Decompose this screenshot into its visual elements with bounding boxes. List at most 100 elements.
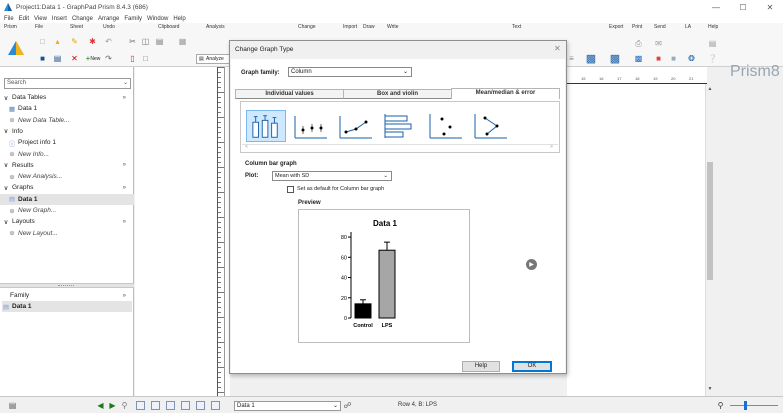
zoom-slider[interactable] bbox=[730, 401, 778, 410]
menu-insert[interactable]: Insert bbox=[52, 16, 67, 22]
scroll-left-icon[interactable]: < bbox=[245, 144, 248, 150]
analyze-button[interactable]: ▤ Analyze bbox=[196, 54, 232, 64]
horizontal-points-icon[interactable] bbox=[426, 110, 466, 142]
menu-help[interactable]: Help bbox=[173, 16, 185, 22]
tab-box-and-violin[interactable]: Box and violin bbox=[343, 89, 452, 99]
nav-item-new-data-table[interactable]: ⊕ New Data Table... bbox=[0, 115, 134, 126]
redo-icon[interactable]: ↷ bbox=[104, 54, 113, 63]
print-icon[interactable]: ⎙ bbox=[634, 39, 643, 48]
menu-edit[interactable]: Edit bbox=[19, 16, 29, 22]
scroll-down-icon[interactable]: ▼ bbox=[706, 386, 714, 392]
horizontal-bar-icon[interactable] bbox=[381, 110, 421, 142]
menu-file[interactable]: File bbox=[4, 16, 14, 22]
set-default-checkbox[interactable] bbox=[287, 186, 294, 193]
sheet-options-icon[interactable]: ✱ bbox=[88, 37, 97, 46]
graph-family-select[interactable]: Column ⌄ bbox=[288, 67, 412, 77]
new-sheet-button[interactable]: + New bbox=[83, 54, 103, 63]
menu-window[interactable]: Window bbox=[147, 16, 168, 22]
undo-icon[interactable]: ↶ bbox=[104, 37, 113, 46]
prism-home-icon[interactable] bbox=[8, 41, 24, 55]
save-icon[interactable]: ■ bbox=[38, 54, 47, 63]
mean-points-icon[interactable] bbox=[291, 110, 331, 142]
menu-view[interactable]: View bbox=[34, 16, 47, 22]
ruler-tick bbox=[218, 102, 221, 103]
print-preview-icon[interactable]: ▩ bbox=[634, 54, 643, 63]
plot-select[interactable]: Mean with SD ⌄ bbox=[272, 171, 392, 181]
nav-item-data-1[interactable]: ▤ Data 1 bbox=[0, 193, 134, 205]
nav-item-new-info[interactable]: ⊕ New Info... bbox=[0, 149, 134, 160]
help-button[interactable]: Help bbox=[462, 361, 500, 372]
copy-icon[interactable]: ◫ bbox=[141, 37, 150, 46]
graph-nav-icon[interactable] bbox=[211, 401, 220, 410]
add-icon: ⊕ bbox=[9, 151, 15, 158]
tab-individual-values[interactable]: Individual values bbox=[235, 89, 344, 99]
next-preview-button[interactable]: ▶ bbox=[526, 259, 537, 270]
tab-mean-median-error[interactable]: Mean/median & error bbox=[451, 88, 560, 99]
nav-header-results[interactable]: ∨ Results » bbox=[0, 160, 134, 171]
family-header[interactable]: Family » bbox=[0, 290, 134, 301]
link-icon[interactable]: ☍ bbox=[343, 401, 352, 410]
menu-change[interactable]: Change bbox=[72, 16, 93, 22]
sheet-selector[interactable]: Data 1 ⌄ bbox=[234, 401, 341, 411]
export-icon[interactable]: ▩ bbox=[584, 51, 598, 65]
prev-sheet-icon[interactable]: ◀ bbox=[96, 401, 105, 410]
table-icon[interactable]: ▦ bbox=[178, 37, 187, 46]
nav-header-layouts[interactable]: ∨ Layouts » bbox=[0, 216, 134, 227]
close-button[interactable]: ✕ bbox=[759, 0, 781, 14]
send-ppt-icon[interactable]: ■ bbox=[654, 54, 663, 63]
ok-button[interactable]: OK bbox=[512, 361, 552, 372]
sidebar-splitter[interactable] bbox=[0, 283, 134, 288]
sheet-scrollbar[interactable]: ▲ ▼ bbox=[705, 84, 713, 396]
nav-item-data-1[interactable]: ▦ Data 1 bbox=[0, 103, 134, 114]
nav-header-info[interactable]: ∨ Info bbox=[0, 126, 134, 137]
scrollbar-thumb[interactable] bbox=[707, 162, 713, 280]
delete-sheet-icon[interactable]: ✕ bbox=[70, 54, 79, 63]
send-mail-icon[interactable]: ✉ bbox=[654, 39, 663, 48]
scroll-right-icon[interactable]: > bbox=[550, 144, 553, 150]
export-pdf-icon[interactable]: ▩ bbox=[608, 51, 622, 65]
scroll-up-icon[interactable]: ▲ bbox=[706, 86, 714, 92]
send-word-icon[interactable]: ■ bbox=[669, 54, 678, 63]
next-sheet-icon[interactable]: ▶ bbox=[108, 401, 117, 410]
new-sheet-icon[interactable]: ✎ bbox=[70, 37, 79, 46]
nav-item-new-graph[interactable]: ⊕ New Graph... bbox=[0, 205, 134, 216]
help-doc-icon[interactable]: ▤ bbox=[708, 39, 717, 48]
graphs-nav-icon[interactable] bbox=[181, 401, 190, 410]
save-as-icon[interactable]: ▤ bbox=[53, 54, 62, 63]
paste-special-icon[interactable]: ▯ bbox=[128, 54, 137, 63]
sheet-list-icon[interactable]: ▤ bbox=[8, 401, 17, 410]
gallery-scrollbar[interactable]: < > bbox=[242, 144, 558, 152]
la-icon[interactable]: ❂ bbox=[687, 54, 696, 63]
zoom-sheet-icon[interactable]: ⚲ bbox=[120, 401, 129, 410]
zoom-out-icon[interactable]: ⚲ bbox=[716, 401, 725, 410]
results-nav-icon[interactable] bbox=[166, 401, 175, 410]
nav-item-project-info-1[interactable]: ⓘ Project info 1 bbox=[0, 137, 134, 148]
paste-icon[interactable]: ▤ bbox=[155, 37, 164, 46]
column-bar-icon[interactable] bbox=[246, 110, 286, 142]
nav-header-graphs[interactable]: ∨ Graphs » bbox=[0, 182, 134, 193]
menu-arrange[interactable]: Arrange bbox=[98, 16, 119, 22]
open-file-icon[interactable]: ▴ bbox=[53, 37, 62, 46]
mean-connected-icon[interactable] bbox=[336, 110, 376, 142]
data-table-nav-icon[interactable] bbox=[136, 401, 145, 410]
layout-nav-icon[interactable] bbox=[196, 401, 205, 410]
zoom-slider-knob[interactable] bbox=[744, 401, 747, 410]
navigator-search-input[interactable]: Search ⌄ bbox=[4, 78, 131, 89]
new-file-icon[interactable]: □ bbox=[38, 37, 47, 46]
help-icon[interactable]: ❔ bbox=[708, 54, 718, 63]
minimize-button[interactable]: — bbox=[705, 0, 727, 14]
text-align-icon[interactable]: ≡ bbox=[567, 54, 576, 63]
menu-family[interactable]: Family bbox=[124, 16, 142, 22]
info-nav-icon[interactable] bbox=[151, 401, 160, 410]
nav-header-data-tables[interactable]: ∨ Data Tables » bbox=[0, 92, 134, 103]
family-item-data-1[interactable]: ▤ Data 1 bbox=[2, 301, 132, 312]
clipboard-icon[interactable]: □ bbox=[141, 54, 150, 63]
maximize-button[interactable]: ☐ bbox=[732, 0, 754, 14]
ruler-tick bbox=[218, 142, 224, 143]
cut-icon[interactable]: ✂ bbox=[128, 37, 137, 46]
dialog-close-icon[interactable]: ✕ bbox=[554, 44, 561, 53]
nav-item-new-layout[interactable]: ⊕ New Layout... bbox=[0, 228, 134, 239]
nav-item-new-analysis[interactable]: ⊕ New Analysis... bbox=[0, 171, 134, 182]
family-label: Family bbox=[10, 292, 30, 299]
horizontal-connected-icon[interactable] bbox=[471, 110, 511, 142]
